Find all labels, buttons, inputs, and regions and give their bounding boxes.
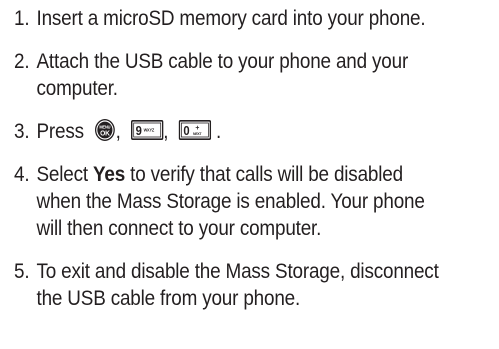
terminator: .	[216, 120, 222, 143]
step-text: Press	[36, 120, 85, 143]
svg-text:0: 0	[183, 124, 190, 139]
step-text: Select	[36, 163, 94, 186]
step-3: 3. Press MENU OK , 9 WXYZ , 0 + NEXT .	[14, 118, 450, 145]
instruction-steps: 1. Insert a microSD memory card into you…	[14, 0, 450, 328]
step-5: 5. To exit and disable the Mass Storage,…	[14, 258, 450, 312]
svg-text:NEXT: NEXT	[193, 132, 202, 136]
step-2: 2. Attach the USB cable to your phone an…	[14, 48, 450, 102]
step-number: 4.	[14, 163, 30, 186]
svg-text:WXYZ: WXYZ	[144, 128, 155, 133]
step-1: 1. Insert a microSD memory card into you…	[14, 5, 450, 32]
step-number: 5.	[14, 260, 30, 283]
step-text: To exit and disable the Mass Storage, di…	[36, 260, 439, 310]
step-number: 1.	[14, 7, 30, 30]
svg-text:MENU: MENU	[99, 125, 110, 130]
step-text: Insert a microSD memory card into your p…	[36, 7, 426, 30]
step-number: 3.	[14, 120, 30, 143]
step-number: 2.	[14, 50, 30, 73]
separator: ,	[115, 120, 121, 143]
emphasized-option: Yes	[93, 163, 126, 186]
svg-text:9: 9	[136, 124, 143, 139]
svg-text:OK: OK	[100, 131, 110, 138]
nine-wxyz-key-icon: 9 WXYZ	[130, 120, 164, 141]
separator: ,	[163, 120, 169, 143]
svg-text:+: +	[195, 123, 199, 132]
menu-ok-key-icon: MENU OK	[94, 118, 116, 142]
step-text: Attach the USB cable to your phone and y…	[36, 50, 409, 100]
step-4: 4. Select Yes to verify that calls will …	[14, 161, 450, 242]
zero-next-key-icon: 0 + NEXT	[178, 120, 211, 141]
